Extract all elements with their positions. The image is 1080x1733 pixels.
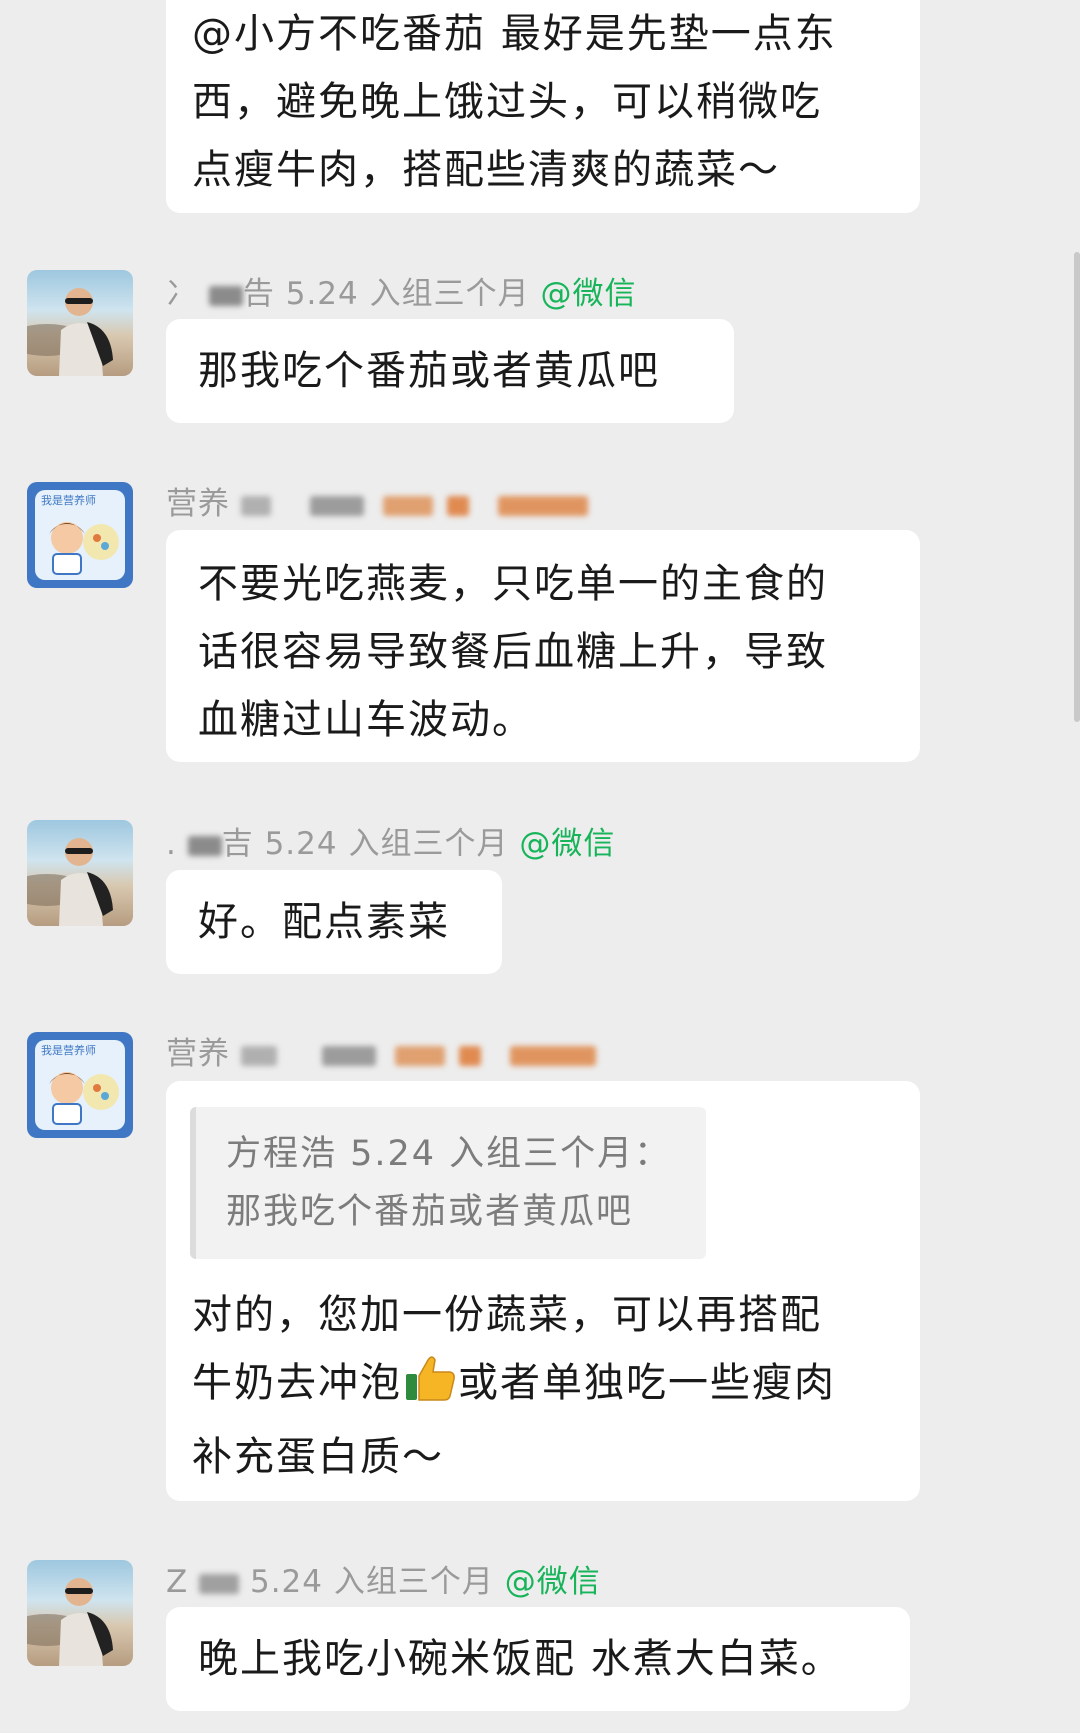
blurred-name [187, 835, 222, 856]
message-text: @小方不吃番茄 最好是先垫一点东 西，避免晚上饿过头，可以稍微吃 点瘦牛肉，搭配… [192, 11, 837, 193]
sender-label: 5.24 入组三个月 [264, 826, 509, 862]
message-bubble[interactable]: 晚上我吃小碗米饭配 水煮大白菜。 [166, 1607, 910, 1711]
user-avatar-photo-icon [27, 288, 113, 376]
message-bubble[interactable]: 那我吃个番茄或者黄瓜吧 [166, 319, 734, 423]
quoted-text: 那我吃个番茄或者黄瓜吧 [226, 1192, 634, 1232]
message-bubble[interactable]: 不要光吃燕麦，只吃单一的主食的 话很容易导致餐后血糖上升，导致 血糖过山车波动。 [166, 530, 920, 762]
nutritionist-avatar[interactable]: 我是营养师 [27, 482, 133, 588]
sender-name: 冫 告 5.24 入组三个月 @微信 [166, 268, 636, 313]
wechat-tag: @微信 [540, 276, 637, 312]
blurred-name [510, 1045, 597, 1066]
nutritionist-avatar[interactable]: 我是营养师 [27, 1032, 133, 1138]
blurred-name [459, 1045, 482, 1066]
message-text: 对的，您加一份蔬菜，可以再搭配 牛奶去冲泡 或者单独吃一些瘦肉 补充蛋白质～ [192, 1281, 902, 1491]
blurred-name [321, 1045, 376, 1066]
message-bubble[interactable]: @小方不吃番茄 最好是先垫一点东 西，避免晚上饿过头，可以稍微吃 点瘦牛肉，搭配… [166, 0, 920, 213]
sender-label: 营养 [166, 486, 230, 522]
blurred-name [240, 1045, 277, 1066]
sender-visible-prefix: . [166, 826, 177, 862]
blurred-name [498, 495, 589, 516]
scrollbar[interactable] [1074, 252, 1080, 722]
sender-visible-suffix: 吉 [221, 826, 254, 862]
sender-label: 5.24 入组三个月 [285, 276, 530, 312]
message-bubble[interactable]: 好。配点素菜 [166, 870, 502, 974]
message-text: 那我吃个番茄或者黄瓜吧 [198, 348, 660, 394]
svg-text:我是营养师: 我是营养师 [41, 1043, 96, 1057]
chat-screen: @小方不吃番茄 最好是先垫一点东 西，避免晚上饿过头，可以稍微吃 点瘦牛肉，搭配… [0, 0, 1080, 1733]
sender-name: 营养 [166, 478, 589, 523]
blurred-name [199, 1573, 240, 1594]
user-avatar-photo-icon [27, 838, 113, 926]
wechat-tag: @微信 [504, 1564, 601, 1600]
message-text: 不要光吃燕麦，只吃单一的主食的 话很容易导致餐后血糖上升，导致 血糖过山车波动。 [198, 561, 828, 743]
blurred-name [208, 285, 243, 306]
sender-label: 5.24 入组三个月 [249, 1564, 494, 1600]
message-bubble[interactable]: 方程浩 5.24 入组三个月： 那我吃个番茄或者黄瓜吧 对的，您加一份蔬菜，可以… [166, 1081, 920, 1501]
nutritionist-avatar-illustration-icon: 我是营养师 [35, 1040, 125, 1130]
sender-visible-prefix: Z [166, 1564, 189, 1600]
user-avatar[interactable] [27, 1560, 133, 1666]
sender-label: 营养 [166, 1036, 230, 1072]
sender-name: Z 5.24 入组三个月 @微信 [166, 1556, 601, 1601]
user-avatar[interactable] [27, 820, 133, 926]
sender-name: 营养 [166, 1028, 597, 1073]
quoted-sender: 方程浩 5.24 入组三个月： [226, 1134, 672, 1174]
quoted-message[interactable]: 方程浩 5.24 入组三个月： 那我吃个番茄或者黄瓜吧 [190, 1107, 706, 1259]
thumbs-up-icon [404, 1354, 456, 1423]
svg-text:我是营养师: 我是营养师 [41, 493, 96, 507]
blurred-name [240, 495, 271, 516]
user-avatar[interactable] [27, 270, 133, 376]
blurred-name [447, 495, 470, 516]
blurred-name [382, 495, 433, 516]
sender-visible-suffix: 告 [242, 276, 275, 312]
blurred-name [309, 495, 364, 516]
blurred-name [394, 1045, 445, 1066]
user-avatar-photo-icon [27, 1578, 113, 1666]
sender-name: . 吉 5.24 入组三个月 @微信 [166, 818, 615, 863]
message-text: 晚上我吃小碗米饭配 水煮大白菜。 [198, 1636, 843, 1682]
message-text: 好。配点素菜 [198, 899, 450, 945]
sender-visible-prefix: 冫 [166, 276, 198, 312]
wechat-tag: @微信 [519, 826, 616, 862]
nutritionist-avatar-illustration-icon: 我是营养师 [35, 490, 125, 580]
